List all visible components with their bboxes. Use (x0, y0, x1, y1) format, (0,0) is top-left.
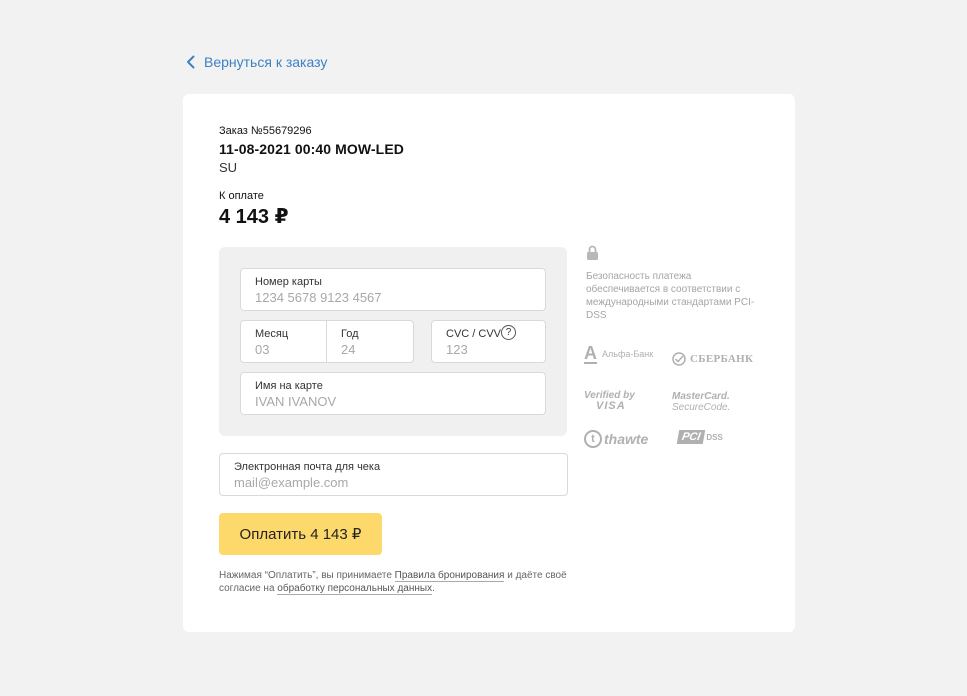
cardholder-name-field[interactable]: Имя на карте IVAN IVANOV (240, 372, 546, 415)
expiry-year-field[interactable]: Год 24 (326, 320, 414, 363)
thawte-logo: t thawte (584, 430, 648, 448)
alfa-name: Альфа-Банк (602, 349, 654, 359)
security-note: Безопасность платежа обеспечивается в со… (586, 271, 755, 321)
visa-line2: VISA (596, 400, 626, 412)
sberbank-icon (672, 352, 686, 366)
payment-logos: А Альфа-Банк СБЕРБАНК Verified by VISA M… (584, 344, 784, 464)
mc-line1: MasterCard. (672, 391, 730, 402)
mc-line2: SecureCode. (672, 402, 731, 413)
month-placeholder: 03 (255, 342, 270, 357)
personal-data-link[interactable]: обработку персональных данных (277, 583, 433, 595)
expiry-month-field[interactable]: Месяц 03 (240, 320, 327, 363)
card-number-placeholder: 1234 5678 9123 4567 (255, 290, 382, 305)
sberbank-logo: СБЕРБАНК (672, 352, 753, 366)
alfa-bank-logo: А Альфа-Банк (584, 344, 653, 364)
order-airline: SU (219, 160, 238, 175)
terms-part: . (432, 583, 435, 594)
back-to-order-link[interactable]: Вернуться к заказу (186, 54, 327, 70)
receipt-email-field[interactable]: Электронная почта для чека mail@example.… (219, 453, 568, 496)
chevron-left-icon (187, 55, 195, 69)
payment-card: Заказ №55679296 11-08-2021 00:40 MOW-LED… (183, 94, 795, 632)
dss-mark: DSS (706, 432, 723, 442)
pci-dss-logo: PCI DSS (676, 430, 723, 444)
cardholder-name-placeholder: IVAN IVANOV (255, 394, 337, 409)
cardholder-name-label: Имя на карте (255, 380, 323, 392)
card-details-form: Номер карты 1234 5678 9123 4567 Месяц 03… (219, 247, 567, 436)
lock-icon (587, 245, 598, 260)
email-label: Электронная почта для чека (234, 461, 381, 473)
mastercard-securecode-logo: MasterCard. SecureCode. (672, 391, 730, 413)
email-placeholder: mail@example.com (234, 475, 349, 490)
order-number: Заказ №55679296 (219, 125, 312, 137)
pci-mark: PCI (676, 430, 706, 444)
cvc-placeholder: 123 (446, 342, 468, 357)
alfa-letter: А (584, 343, 597, 364)
card-number-label: Номер карты (255, 276, 322, 288)
cvc-field[interactable]: CVC / CVV ? 123 (431, 320, 546, 363)
sberbank-name: СБЕРБАНК (690, 353, 754, 365)
amount-due-value: 4 143 ₽ (219, 206, 289, 228)
thawte-name: thawte (604, 431, 649, 447)
back-link-label: Вернуться к заказу (204, 54, 328, 70)
booking-rules-link[interactable]: Правила бронирования (394, 570, 505, 582)
pay-button[interactable]: Оплатить 4 143 ₽ (219, 513, 382, 555)
year-label: Год (341, 328, 359, 340)
order-route: 11-08-2021 00:40 MOW-LED (219, 141, 404, 157)
verified-by-visa-logo: Verified by VISA (584, 391, 635, 412)
card-number-field[interactable]: Номер карты 1234 5678 9123 4567 (240, 268, 546, 311)
year-placeholder: 24 (341, 342, 356, 357)
month-label: Месяц (255, 328, 289, 340)
terms-text: Нажимая “Оплатить”, вы принимаете Правил… (219, 569, 579, 595)
cvc-label: CVC / CVV (446, 328, 502, 340)
amount-due-label: К оплате (219, 190, 264, 202)
help-icon[interactable]: ? (501, 325, 516, 340)
thawte-t: t (584, 430, 602, 448)
terms-part: Нажимая “Оплатить”, вы принимаете (219, 570, 395, 581)
